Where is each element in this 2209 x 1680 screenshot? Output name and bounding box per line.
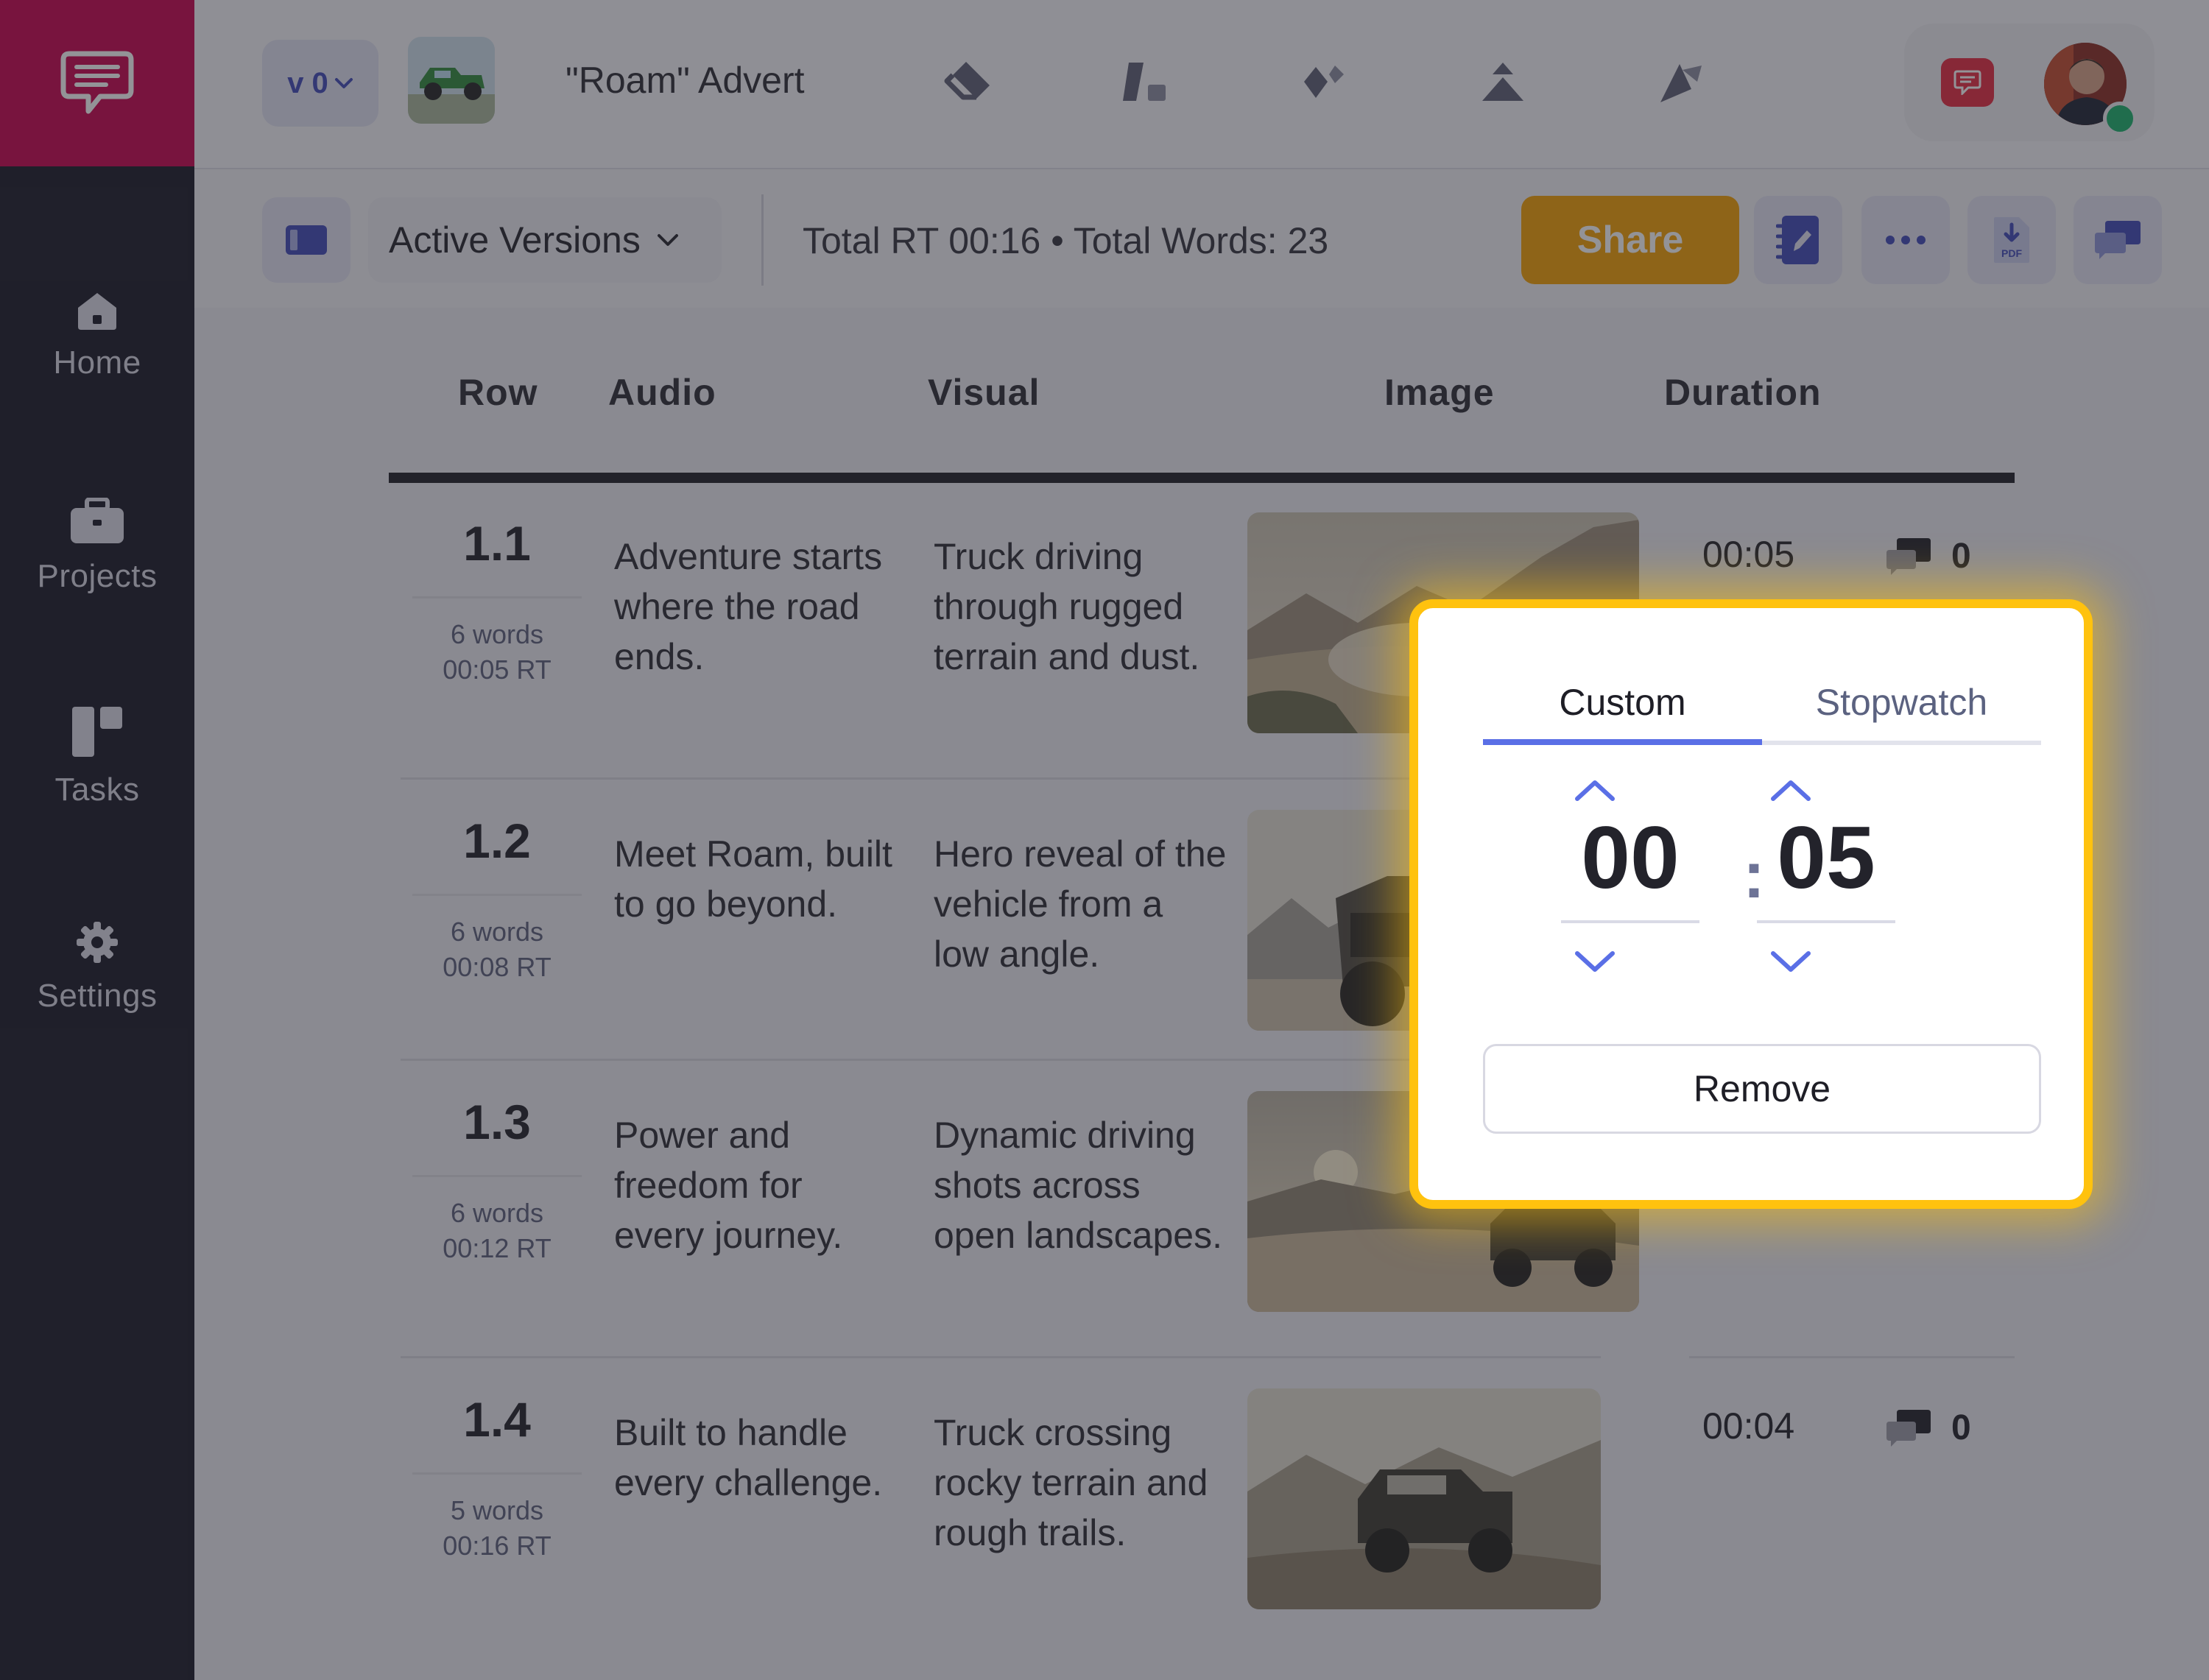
duration-tabs: Custom Stopwatch [1483,660,2041,745]
remove-duration-button[interactable]: Remove [1483,1044,2041,1134]
seconds-field[interactable]: 05 [1757,807,1895,908]
seconds-underline [1757,920,1895,923]
minutes-increment-button[interactable] [1565,769,1624,813]
duration-editor-popup: Custom Stopwatch 00 : 05 Remove [1409,599,2093,1209]
minutes-field[interactable]: 00 [1561,807,1699,908]
chevron-up-icon [1575,780,1615,801]
tab-track [1762,741,2041,745]
minutes-underline [1561,920,1699,923]
tab-custom[interactable]: Custom [1483,660,1762,745]
seconds-decrement-button[interactable] [1761,939,1820,984]
chevron-down-icon [1575,951,1615,972]
tab-stopwatch[interactable]: Stopwatch [1762,660,2041,745]
seconds-increment-button[interactable] [1761,769,1820,813]
chevron-up-icon [1771,780,1811,801]
active-tab-indicator [1483,739,1762,745]
minutes-decrement-button[interactable] [1565,939,1624,984]
chevron-down-icon [1771,951,1811,972]
